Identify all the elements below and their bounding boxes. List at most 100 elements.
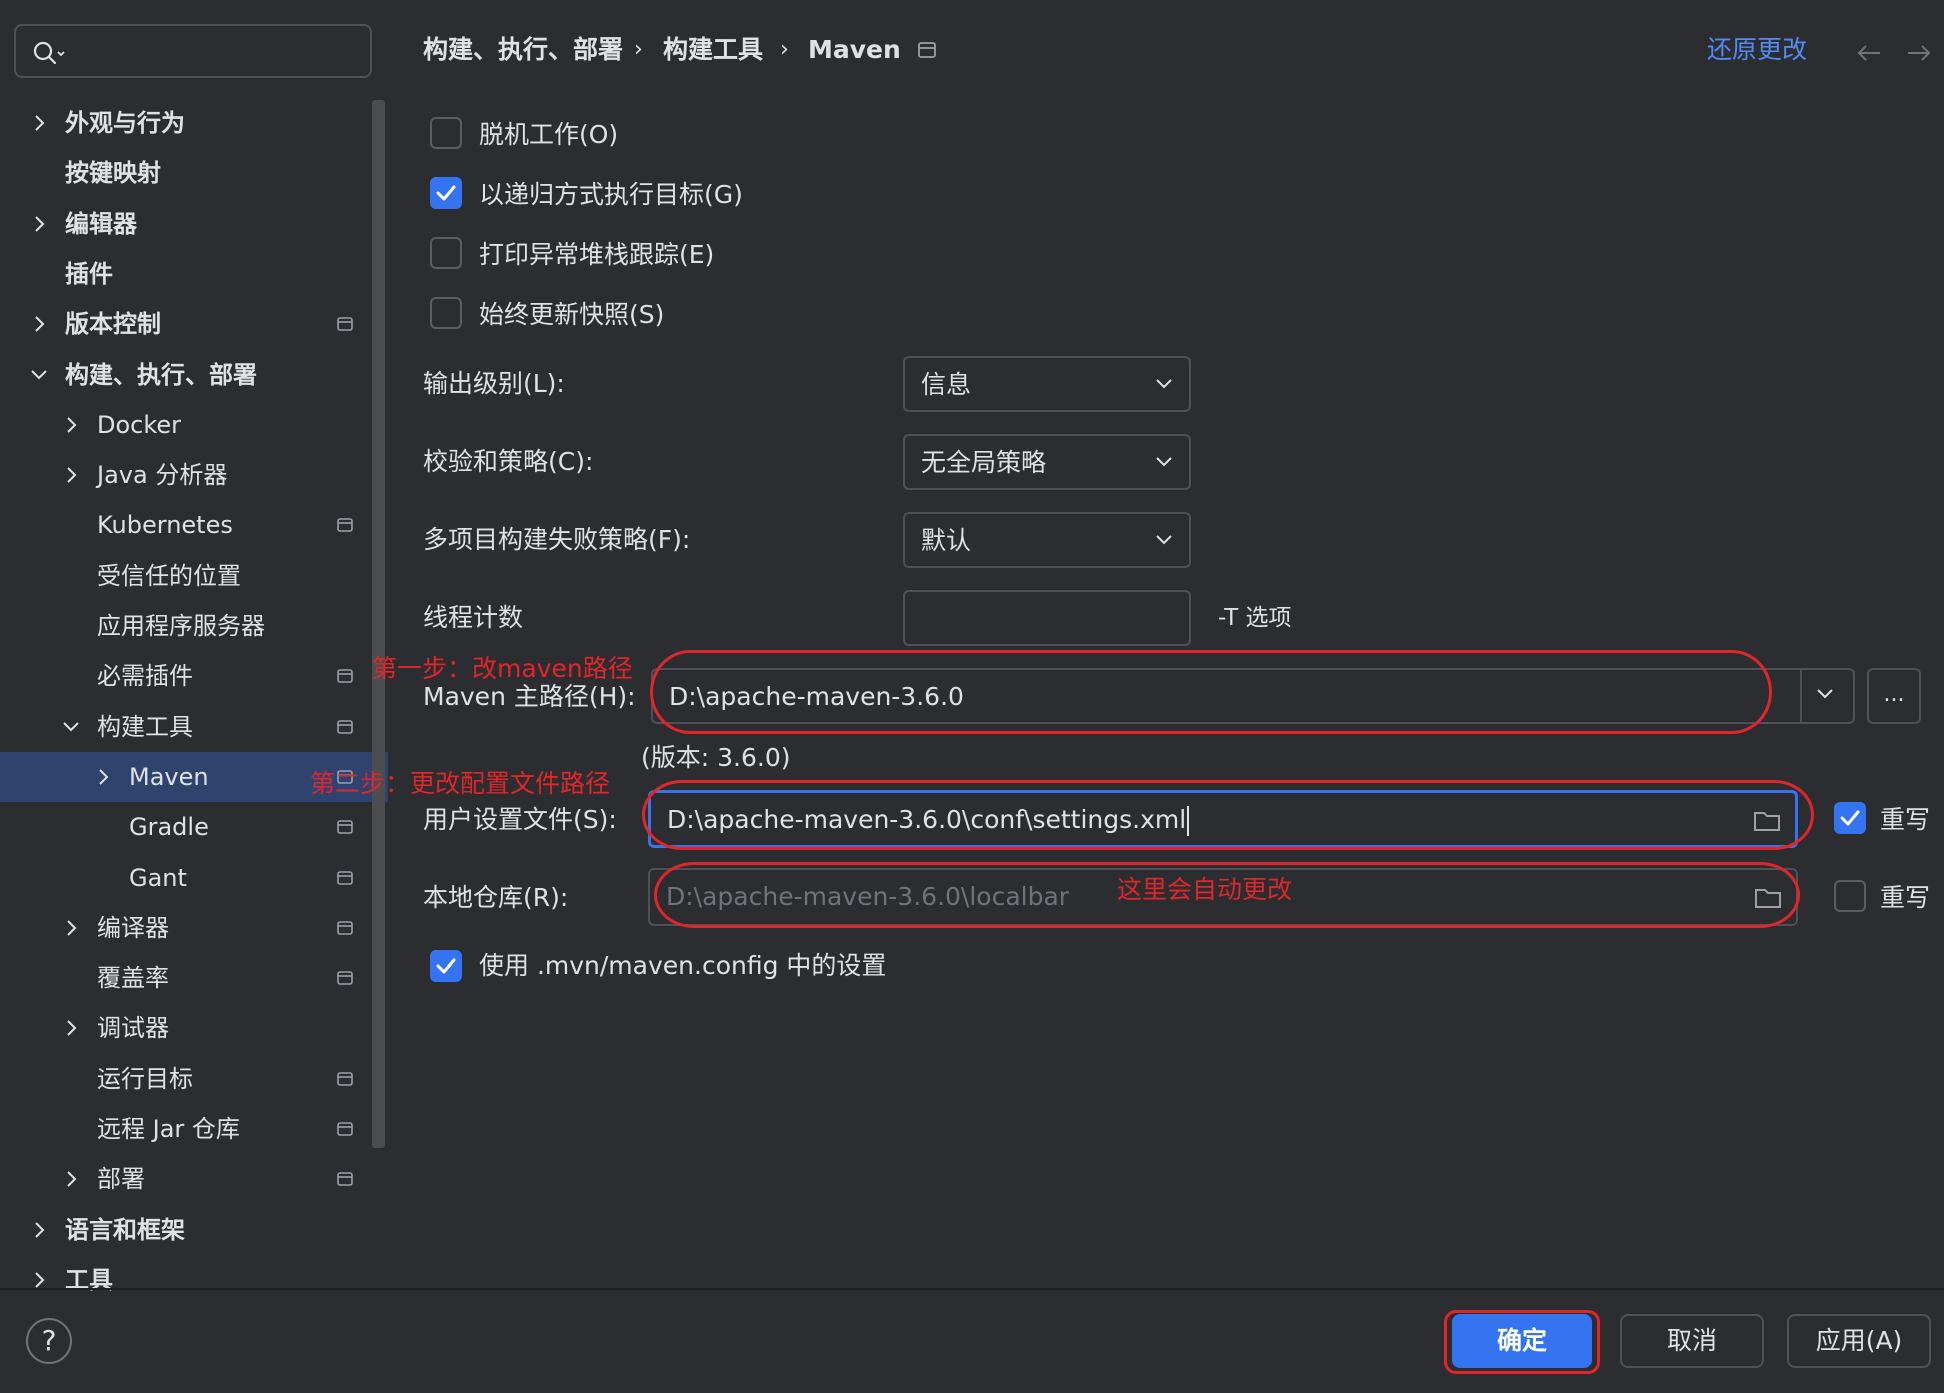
- sidebar-item-label: Gant: [129, 864, 187, 892]
- chevron-down-icon: [1156, 535, 1172, 545]
- sidebar-item[interactable]: 应用程序服务器: [0, 601, 388, 651]
- update-snapshots-checkbox[interactable]: [430, 297, 462, 329]
- sidebar-item[interactable]: 语言和框架: [0, 1205, 388, 1255]
- sidebar-item-label: 构建、执行、部署: [65, 361, 257, 389]
- breadcrumb-item-maven: Maven: [808, 35, 901, 64]
- checkmark-icon: [1840, 810, 1860, 826]
- sidebar-item[interactable]: 受信任的位置: [0, 551, 388, 601]
- sidebar-item[interactable]: Java 分析器: [0, 450, 388, 500]
- chevron-right-icon[interactable]: [93, 767, 113, 787]
- chevron-right-icon[interactable]: [61, 918, 81, 938]
- sidebar-item-label: Java 分析器: [97, 461, 228, 489]
- chevron-down-icon[interactable]: [61, 717, 81, 737]
- project-level-icon: [337, 820, 353, 834]
- sidebar-item[interactable]: 必需插件: [0, 651, 388, 701]
- settings-sidebar: 外观与行为按键映射编辑器插件版本控制构建、执行、部署 Docker Java 分析器…: [0, 0, 388, 1294]
- user-settings-override-checkbox[interactable]: [1834, 802, 1866, 834]
- chevron-right-icon[interactable]: [29, 113, 49, 133]
- sidebar-item[interactable]: 运行目标: [0, 1054, 388, 1104]
- output-level-select[interactable]: 信息: [903, 356, 1191, 412]
- multiproject-policy-label: 多项目构建失败策略(F):: [423, 525, 691, 554]
- chevron-down-icon[interactable]: [29, 365, 49, 385]
- sidebar-item-label: 应用程序服务器: [97, 612, 265, 640]
- sidebar-item[interactable]: 外观与行为: [0, 98, 388, 148]
- sidebar-item-label: 插件: [65, 260, 113, 288]
- sidebar-item[interactable]: 编辑器: [0, 199, 388, 249]
- restore-changes-link[interactable]: 还原更改: [1707, 30, 1807, 70]
- thread-count-suffix: -T 选项: [1218, 605, 1292, 631]
- chevron-right-icon[interactable]: [61, 1018, 81, 1038]
- chevron-right-icon[interactable]: [29, 1270, 49, 1290]
- multiproject-policy-select[interactable]: 默认: [903, 512, 1191, 568]
- recursive-checkbox[interactable]: [430, 177, 462, 209]
- checksum-policy-value: 无全局策略: [921, 448, 1047, 477]
- settings-search-input[interactable]: [14, 24, 372, 78]
- help-button[interactable]: ?: [26, 1318, 72, 1364]
- maven-version-text: (版本: 3.6.0): [641, 743, 791, 772]
- annotation-auto-change: 这里会自动更改: [1117, 875, 1293, 904]
- breadcrumb-item-build[interactable]: 构建、执行、部署: [423, 30, 623, 70]
- chevron-right-icon[interactable]: [29, 1220, 49, 1240]
- sidebar-item-label: 远程 Jar 仓库: [97, 1115, 240, 1143]
- sidebar-item-label: 外观与行为: [65, 109, 185, 137]
- maven-home-browse-button[interactable]: ...: [1867, 668, 1921, 724]
- chevron-right-icon[interactable]: [61, 465, 81, 485]
- apply-button[interactable]: 应用(A): [1787, 1314, 1931, 1368]
- breadcrumb-separator: ›: [780, 37, 789, 62]
- sidebar-item-label: 部署: [97, 1165, 145, 1193]
- sidebar-item[interactable]: 远程 Jar 仓库: [0, 1104, 388, 1154]
- forward-arrow-icon[interactable]: [1904, 38, 1934, 68]
- back-arrow-icon[interactable]: [1854, 38, 1884, 68]
- use-mvn-config-checkbox[interactable]: [430, 950, 462, 982]
- sidebar-item[interactable]: 工具: [0, 1255, 388, 1305]
- sidebar-item[interactable]: 按键映射: [0, 148, 388, 198]
- sidebar-item[interactable]: 版本控制: [0, 299, 388, 349]
- offline-checkbox[interactable]: [430, 117, 462, 149]
- local-repo-label: 本地仓库(R):: [423, 883, 569, 912]
- chevron-right-icon[interactable]: [29, 314, 49, 334]
- sidebar-item[interactable]: 插件: [0, 249, 388, 299]
- annotation-oval-user-settings: [642, 780, 1814, 850]
- chevron-down-icon: [1156, 457, 1172, 467]
- sidebar-item-label: 调试器: [97, 1014, 169, 1042]
- cancel-button[interactable]: 取消: [1620, 1314, 1764, 1368]
- sidebar-item[interactable]: Kubernetes: [0, 500, 388, 550]
- sidebar-item-label: 编辑器: [65, 210, 137, 238]
- checkmark-icon: [436, 958, 456, 974]
- sidebar-item[interactable]: Gant: [0, 853, 388, 903]
- chevron-right-icon[interactable]: [61, 415, 81, 435]
- footer-divider: [0, 1288, 1944, 1290]
- local-repo-override-checkbox[interactable]: [1834, 880, 1866, 912]
- sidebar-item[interactable]: 构建工具: [0, 702, 388, 752]
- project-level-icon: [337, 1172, 353, 1186]
- project-level-icon: [337, 921, 353, 935]
- sidebar-item[interactable]: 覆盖率: [0, 953, 388, 1003]
- sidebar-scrollbar[interactable]: [372, 100, 385, 1148]
- project-level-icon: [337, 317, 353, 331]
- checkmark-icon: [436, 185, 456, 201]
- multiproject-policy-value: 默认: [921, 526, 972, 555]
- sidebar-item[interactable]: Gradle: [0, 802, 388, 852]
- sidebar-item[interactable]: 构建、执行、部署: [0, 350, 388, 400]
- sidebar-item-label: 编译器: [97, 914, 169, 942]
- checksum-policy-select[interactable]: 无全局策略: [903, 434, 1191, 490]
- maven-home-dropdown-button[interactable]: [1800, 668, 1850, 724]
- chevron-down-icon: [1156, 379, 1172, 389]
- offline-label: 脱机工作(O): [479, 120, 619, 149]
- sidebar-item-label: Maven: [129, 763, 209, 791]
- sidebar-item-label: Kubernetes: [97, 511, 233, 539]
- sidebar-item[interactable]: 编译器: [0, 903, 388, 953]
- chevron-right-icon[interactable]: [29, 214, 49, 234]
- sidebar-item-label: 工具: [65, 1266, 113, 1294]
- user-settings-override-label: 重写: [1880, 805, 1931, 834]
- sidebar-item-label: Gradle: [129, 813, 209, 841]
- print-stack-checkbox[interactable]: [430, 237, 462, 269]
- chevron-right-icon[interactable]: [61, 1169, 81, 1189]
- project-level-icon: [337, 518, 353, 532]
- sidebar-item[interactable]: Docker: [0, 400, 388, 450]
- project-level-icon: [337, 1122, 353, 1136]
- sidebar-item[interactable]: 调试器: [0, 1003, 388, 1053]
- sidebar-item[interactable]: 部署: [0, 1154, 388, 1204]
- breadcrumb-item-build-tools[interactable]: 构建工具: [663, 30, 763, 70]
- thread-count-input[interactable]: [903, 590, 1191, 646]
